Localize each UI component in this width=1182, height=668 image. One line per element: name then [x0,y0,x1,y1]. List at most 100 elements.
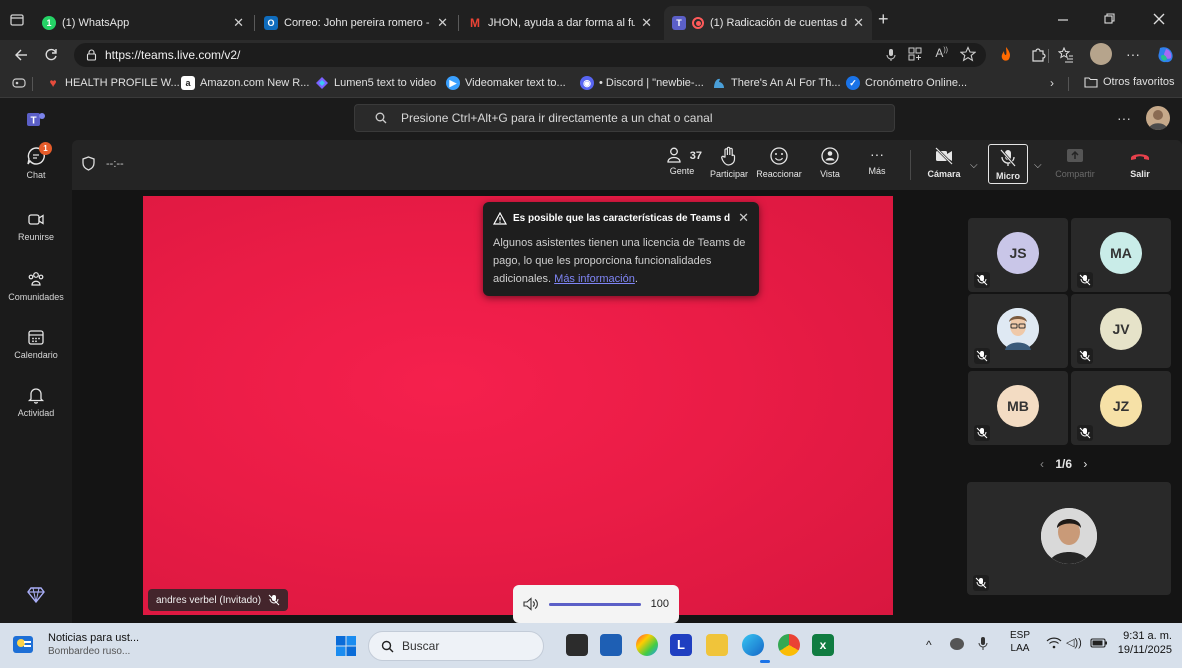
minimize-icon[interactable] [1056,12,1070,26]
tab-gmail[interactable]: M JHON, ayuda a dar forma al futur ✕ [460,6,660,40]
bookmark-item[interactable]: ◉ • Discord | "newbie-... [580,76,704,90]
bookmark-item[interactable]: There's An AI For Th... [712,76,841,90]
user-avatar[interactable] [1146,106,1170,130]
bookmark-item[interactable]: Lumen5 text to video [315,76,436,90]
volume-slider-fill [549,602,641,606]
battery-icon[interactable] [1090,637,1108,649]
tab-outlook[interactable]: O Correo: John pereira romero - Ou ✕ [256,6,456,40]
rail-item-meet[interactable]: Reunirse [0,210,72,242]
mic-search-icon[interactable] [886,48,896,62]
heart-icon: ♥ [49,76,57,90]
teams-search-input[interactable]: Presione Ctrl+Alt+G para ir directamente… [354,104,895,132]
ellipsis-icon: ··· [870,146,884,162]
participant-tile[interactable]: MA [1071,218,1171,292]
close-tab-icon[interactable]: ✕ [853,15,864,31]
close-tab-icon[interactable]: ✕ [641,15,652,31]
close-tab-icon[interactable]: ✕ [437,15,448,31]
start-windows-icon[interactable] [335,635,357,657]
raise-hand-button[interactable]: Participar [706,146,752,179]
other-favorites-folder[interactable]: Otros favoritos [1084,76,1175,88]
more-info-link[interactable]: Más información [554,273,635,285]
close-window-icon[interactable] [1152,12,1166,26]
discord-icon: ◉ [580,76,594,90]
camera-button[interactable]: Cámara [920,146,968,179]
more-button[interactable]: ··· Más [862,146,892,176]
self-view-tile[interactable] [967,482,1171,595]
close-icon[interactable]: ✕ [738,210,749,226]
rail-item-activity[interactable]: Actividad [0,386,72,418]
react-button[interactable]: Reaccionar [754,146,804,179]
tab-divider [458,15,459,31]
favorite-star-icon[interactable] [960,46,976,62]
read-aloud-icon[interactable]: A)) [935,46,948,60]
excel-icon[interactable]: x [812,634,834,656]
camera-options-chevron-icon[interactable]: ⌵ [970,160,978,171]
rail-item-communities[interactable]: Comunidades [0,270,72,302]
bookmark-item[interactable]: ✓ Cronómetro Online... [846,76,967,90]
chevron-right-icon[interactable]: › [1083,457,1087,471]
rail-item-chat[interactable]: 1 Chat [0,142,72,180]
volume-slider[interactable] [549,602,641,606]
extension-puzzle-icon[interactable] [1030,47,1046,63]
copilot-icon[interactable] [1156,45,1176,65]
participant-tile[interactable] [968,294,1068,368]
tab-teams[interactable]: T (1) Radicación de cuentas de ✕ [664,6,872,40]
participant-tile[interactable]: JS [968,218,1068,292]
task-view-icon[interactable] [566,634,588,656]
view-button[interactable]: Vista [812,146,848,179]
more-options-icon[interactable]: ··· [1117,110,1131,126]
favorites-list-icon[interactable] [1058,47,1074,63]
profile-avatar[interactable] [1090,43,1112,65]
share-button[interactable]: Compartir [1052,146,1098,179]
tab-actions-icon[interactable] [10,13,24,27]
store-icon[interactable] [600,634,622,656]
input-language[interactable]: ESP LAA [1010,629,1030,655]
mic-options-chevron-icon[interactable]: ⌵ [1034,160,1042,171]
tray-chevron-up-icon[interactable]: ^ [926,638,932,652]
premium-diamond-icon[interactable] [27,587,45,603]
back-icon[interactable] [14,48,28,62]
clock[interactable]: 9:31 a. m. 19/11/2025 [1112,629,1172,657]
volume-icon[interactable]: ◁)) [1066,636,1082,649]
app-rail: T 1 Chat Reunirse Comunidades Calendario… [0,98,72,623]
address-bar[interactable]: https://teams.live.com/v2/ A)) [74,43,986,67]
participant-avatar: JS [997,232,1039,274]
taskbar-search-input[interactable]: Buscar [368,631,544,661]
leave-button[interactable]: Salir [1120,146,1160,179]
more-options-icon[interactable]: ··· [1126,46,1140,62]
participant-tile[interactable]: MB [968,371,1068,445]
rail-item-calendar[interactable]: Calendario [0,328,72,360]
new-tab-button[interactable]: + [878,9,889,30]
l-app-icon[interactable]: L [670,634,692,656]
restore-icon[interactable] [1102,12,1116,26]
wifi-icon[interactable] [1046,637,1062,649]
tray-app-icon[interactable] [950,638,964,650]
chevron-left-icon[interactable]: ‹ [1040,457,1044,471]
speaker-icon[interactable] [523,597,539,611]
participant-tile[interactable]: JZ [1071,371,1171,445]
edge-icon[interactable] [742,634,764,656]
license-notice: Es posible que las características de Te… [483,202,759,296]
tab-whatsapp[interactable]: 1 (1) WhatsApp ✕ [34,6,252,40]
shield-icon[interactable] [82,156,95,171]
bookmark-item[interactable]: ♥ HEALTH PROFILE W... [46,76,179,90]
weather-news-icon[interactable] [12,633,36,657]
refresh-icon[interactable] [44,48,58,62]
teams-logo-icon[interactable]: T [26,110,46,130]
participant-tile[interactable]: JV [1071,294,1171,368]
close-tab-icon[interactable]: ✕ [233,15,244,31]
chrome-icon[interactable] [778,634,800,656]
app-available-icon[interactable] [908,47,922,61]
people-button[interactable]: 37 Gente [662,146,702,176]
mic-off-icon [973,575,989,591]
file-explorer-icon[interactable] [706,634,728,656]
bookmark-item[interactable]: a Amazon.com New R... [181,76,309,90]
extension-fire-icon[interactable] [998,46,1014,64]
news-title[interactable]: Noticias para ust... [48,632,139,644]
collections-icon[interactable] [12,77,26,89]
tray-mic-icon[interactable] [978,636,988,652]
chevron-right-icon[interactable]: › [1050,76,1054,90]
copilot-app-icon[interactable] [636,634,658,656]
bookmark-item[interactable]: ▶ Videomaker text to... [446,76,566,90]
mic-button[interactable]: Micro [988,144,1028,184]
